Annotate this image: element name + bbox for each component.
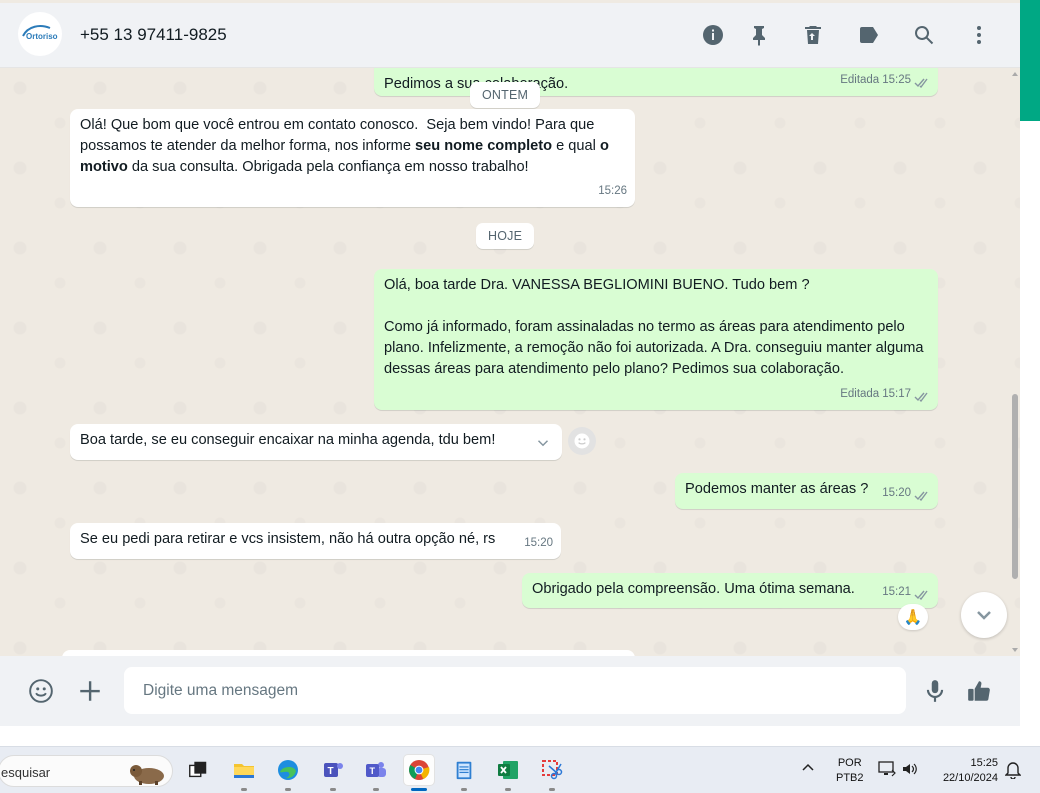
message-incoming[interactable]: Boa tarde, se eu conseguir encaixar na m… xyxy=(70,424,562,460)
input-language-indicator[interactable]: POR PTB2 xyxy=(836,756,864,786)
message-text: Se eu pedi para retirar e vcs insistem, … xyxy=(80,531,496,547)
contact-name[interactable]: +55 13 97411-9825 xyxy=(80,25,227,45)
chat-header: Ortoriso +55 13 97411-9825 xyxy=(0,3,1020,68)
more-vert-icon[interactable] xyxy=(966,22,992,48)
scrollbar-thumb[interactable] xyxy=(1012,394,1018,579)
search-highlight-animal-icon xyxy=(130,765,164,785)
contact-avatar[interactable]: Ortoriso xyxy=(18,12,62,56)
message-incoming[interactable]: Olá! Que bom que você entrou em contato … xyxy=(70,109,635,207)
message-text: Olá! Que bom que você entrou em contato … xyxy=(80,117,613,175)
message-incoming[interactable]: Se eu pedi para retirar e vcs insistem, … xyxy=(70,523,561,559)
message-text: Obrigado pela compreensão. Uma ótima sem… xyxy=(532,581,855,597)
edge-icon[interactable] xyxy=(273,755,303,791)
message-meta: 15:21 xyxy=(882,582,930,603)
day-separator-today: HOJE xyxy=(476,223,535,249)
message-meta: 15:20 xyxy=(882,483,930,504)
message-time: 15:20 xyxy=(524,537,553,549)
taskbar-search-text: esquisar xyxy=(1,765,51,780)
svg-text:Ortoriso: Ortoriso xyxy=(26,32,58,41)
running-indicator xyxy=(505,788,511,791)
chrome-icon[interactable] xyxy=(404,755,434,791)
running-indicator xyxy=(241,788,247,791)
pin-icon[interactable] xyxy=(746,22,772,48)
message-time: 15:20 xyxy=(882,487,911,499)
message-meta: Editada 15:17 xyxy=(840,384,930,405)
file-explorer-icon[interactable] xyxy=(229,755,259,791)
message-time: 15:17 xyxy=(882,388,911,400)
read-ticks-icon xyxy=(914,488,930,502)
message-outgoing[interactable]: Podemos manter as áreas ? 15:20 xyxy=(675,473,938,509)
language-code: POR xyxy=(837,757,862,769)
microphone-icon[interactable] xyxy=(920,676,950,706)
message-list[interactable]: Pedimos a sua colaboração. Editada 15:25… xyxy=(0,68,1020,656)
svg-text:T: T xyxy=(370,766,376,776)
side-panel-strip xyxy=(1020,0,1040,746)
composer-bar xyxy=(0,656,1020,726)
info-icon[interactable] xyxy=(700,22,726,48)
message-time: 15:21 xyxy=(882,586,911,598)
message-meta: 15:20 xyxy=(524,533,553,554)
message-outgoing[interactable]: Olá, boa tarde Dra. VANESSA BEGLIOMINI B… xyxy=(374,269,938,410)
search-icon[interactable] xyxy=(911,22,937,48)
svg-text:T: T xyxy=(328,766,334,777)
clock[interactable]: 15:25 22/10/2024 xyxy=(932,756,998,786)
message-input[interactable] xyxy=(124,667,906,714)
clock-time: 15:25 xyxy=(970,757,998,769)
message-outgoing[interactable]: Obrigado pela compreensão. Uma ótima sem… xyxy=(522,573,938,608)
notepad-icon[interactable] xyxy=(449,755,479,791)
message-reaction[interactable]: 🙏 xyxy=(898,604,928,630)
edited-label: Editada xyxy=(840,74,880,86)
emoji-icon[interactable] xyxy=(26,676,56,706)
running-indicator xyxy=(461,788,467,791)
read-ticks-icon xyxy=(914,75,930,89)
running-indicator xyxy=(373,788,379,791)
volume-icon[interactable] xyxy=(902,762,918,779)
message-text: Olá, boa tarde Dra. VANESSA BEGLIOMINI B… xyxy=(384,277,924,377)
add-reaction-icon[interactable] xyxy=(568,427,596,455)
snipping-tool-icon[interactable] xyxy=(537,755,567,791)
message-menu-chevron-icon[interactable] xyxy=(530,432,556,454)
task-view-icon[interactable] xyxy=(183,755,213,785)
label-icon[interactable] xyxy=(856,22,882,48)
side-panel-accent xyxy=(1020,0,1040,121)
running-indicator xyxy=(330,788,336,791)
show-hidden-icons-chevron-icon[interactable] xyxy=(802,762,814,774)
teams-classic-icon[interactable]: T xyxy=(318,755,348,791)
keyboard-layout: PTB2 xyxy=(836,772,864,784)
message-meta: 15:26 xyxy=(598,181,627,202)
network-icon[interactable] xyxy=(878,761,896,780)
scroll-down-arrow-icon[interactable] xyxy=(1012,648,1018,652)
ortoriso-logo-icon: Ortoriso xyxy=(22,25,58,41)
taskbar-search-box[interactable]: esquisar xyxy=(0,755,173,787)
teams-icon[interactable]: T xyxy=(361,755,391,791)
read-ticks-icon xyxy=(914,587,930,601)
scroll-to-bottom-button[interactable] xyxy=(961,592,1007,638)
scroll-up-arrow-icon[interactable] xyxy=(1012,72,1018,76)
edited-label: Editada xyxy=(840,388,880,400)
thumbs-up-icon[interactable] xyxy=(964,676,994,706)
windows-taskbar: esquisar T T POR PTB2 15:25 22/10/2024 xyxy=(0,746,1040,793)
message-meta: Editada 15:25 xyxy=(840,70,930,91)
excel-icon[interactable] xyxy=(493,755,523,791)
day-separator-yesterday: ONTEM xyxy=(470,82,541,108)
message-text: Boa tarde, se eu conseguir encaixar na m… xyxy=(80,432,496,448)
running-indicator xyxy=(549,788,555,791)
message-outgoing[interactable]: Pedimos a sua colaboração. Editada 15:25 xyxy=(374,68,938,96)
notifications-bell-icon[interactable] xyxy=(1004,761,1022,782)
message-time: 15:25 xyxy=(882,74,911,86)
chat-scrollbar[interactable] xyxy=(1010,68,1020,656)
running-indicator xyxy=(285,788,291,791)
read-ticks-icon xyxy=(914,389,930,403)
message-time: 15:26 xyxy=(598,185,627,197)
whatsapp-app: Ortoriso +55 13 97411-9825 Pedimos a sua… xyxy=(0,0,1020,726)
delete-icon[interactable] xyxy=(800,22,826,48)
attach-plus-icon[interactable] xyxy=(75,676,105,706)
clock-date: 22/10/2024 xyxy=(942,772,998,784)
running-indicator xyxy=(411,788,427,791)
